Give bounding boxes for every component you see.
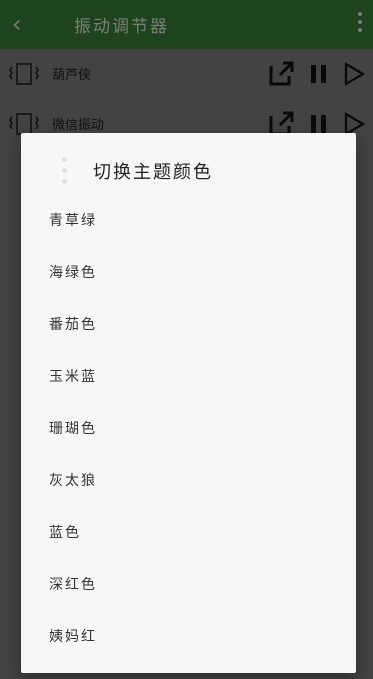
- theme-option[interactable]: 珊瑚色: [21, 403, 356, 455]
- theme-options: 青草绿 海绿色 番茄色 玉米蓝 珊瑚色 灰太狼 蓝色 深红色 姨妈红: [21, 195, 356, 663]
- dialog-title: 切换主题颜色: [93, 162, 213, 183]
- theme-option[interactable]: 姨妈红: [21, 611, 356, 663]
- theme-option[interactable]: 玉米蓝: [21, 351, 356, 403]
- theme-option[interactable]: 青草绿: [21, 195, 356, 247]
- theme-option[interactable]: 深红色: [21, 559, 356, 611]
- drag-handle-icon: [62, 157, 68, 187]
- theme-color-dialog: 切换主题颜色 青草绿 海绿色 番茄色 玉米蓝 珊瑚色 灰太狼 蓝色 深红色 姨妈…: [21, 133, 356, 673]
- theme-option[interactable]: 海绿色: [21, 247, 356, 299]
- theme-option[interactable]: 灰太狼: [21, 455, 356, 507]
- theme-option[interactable]: 蓝色: [21, 507, 356, 559]
- theme-option[interactable]: 番茄色: [21, 299, 356, 351]
